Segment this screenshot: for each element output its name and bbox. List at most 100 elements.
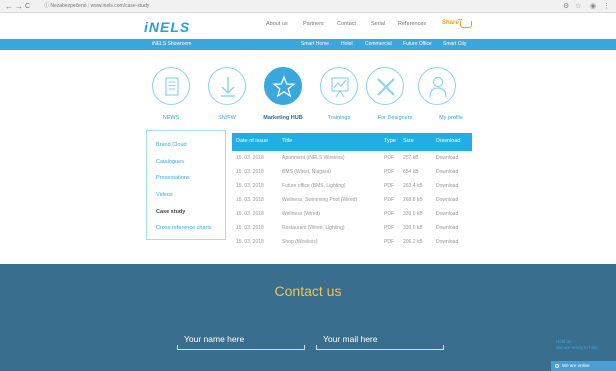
nav-partners[interactable]: Partners — [303, 21, 324, 27]
col-date[interactable]: Date of issue — [236, 138, 268, 144]
category-label-profile[interactable]: My profile — [421, 115, 481, 121]
table-header: Date of issue Title Type Size Download — [232, 133, 472, 151]
marketing-sidebar: Brand Cloud Catalogues Presentations Vid… — [146, 130, 226, 240]
subnav-commercial[interactable]: Commercial — [365, 41, 392, 47]
news-icon — [165, 77, 179, 96]
cell-download-link[interactable]: Download — [436, 155, 458, 161]
security-label: Nezabezpečeno — [50, 3, 87, 9]
col-type[interactable]: Type — [384, 138, 396, 144]
subnav-smart-home[interactable]: Smart Home — [301, 41, 329, 47]
cell-title: Wellness (Wired) — [282, 211, 320, 217]
forward-button[interactable]: → — [15, 1, 23, 12]
extension-icon-2[interactable]: ☆ — [575, 1, 581, 12]
cell-size: 263.4 kB — [403, 183, 423, 189]
site-header: iNELS About us Partners Contact Serial R… — [0, 13, 616, 39]
chat-prompt[interactable]: Hold on We are ready to help — [556, 339, 598, 351]
cell-download-link[interactable]: Download — [436, 169, 458, 175]
cell-date: 15. 03. 2018 — [236, 183, 264, 189]
category-label-designers[interactable]: For Designers — [365, 115, 425, 121]
col-size[interactable]: Size — [403, 138, 414, 144]
subnav-future-office[interactable]: Future Office — [403, 41, 432, 47]
cell-download-link[interactable]: Download — [436, 225, 458, 231]
cell-date: 15. 03. 2018 — [236, 225, 264, 231]
contact-section — [0, 264, 616, 371]
sub-navigation: iNELS Showroom Smart Home Hotel Commerci… — [0, 39, 616, 50]
cell-size: 257 kB — [403, 155, 419, 161]
sidebar-item-presentations[interactable]: Presentations — [156, 175, 190, 181]
reload-button[interactable]: C — [25, 1, 30, 12]
share-button[interactable]: Share — [442, 20, 459, 26]
cell-title: Apartment (iNELS Wireless) — [282, 155, 345, 161]
showroom-link[interactable]: iNELS Showroom — [152, 41, 191, 47]
news-category[interactable] — [152, 67, 190, 105]
cell-date: 15. 03. 2018 — [236, 211, 264, 217]
cell-download-link[interactable]: Download — [436, 239, 458, 245]
category-label-news[interactable]: NEWS — [141, 115, 201, 121]
logo[interactable]: iNELS — [144, 19, 190, 35]
chat-icon — [555, 364, 559, 368]
nav-about[interactable]: About us — [266, 21, 288, 27]
cell-size: 268.8 kB — [403, 197, 423, 203]
extension-icon[interactable]: ⚙ — [563, 1, 569, 12]
cell-download-link[interactable]: Download — [436, 211, 458, 217]
cart-icon[interactable] — [458, 19, 472, 28]
name-underline-left — [177, 345, 178, 350]
cell-type: PDF — [384, 169, 394, 175]
cell-date: 15. 03. 2018 — [236, 197, 264, 203]
sidebar-item-videos[interactable]: Videos — [156, 192, 173, 198]
name-field[interactable]: Your name here — [177, 333, 305, 353]
cell-title: Restaurant (Wired, Lighting) — [282, 225, 345, 231]
menu-icon[interactable]: ⋮ — [603, 1, 610, 12]
cell-size: 206.2 kB — [403, 239, 423, 245]
designers-category[interactable] — [366, 67, 404, 105]
cell-type: PDF — [384, 197, 394, 203]
cell-date: 15. 03. 2018 — [236, 239, 264, 245]
col-download[interactable]: Download — [436, 138, 460, 144]
cell-title: Shop (Wireless) — [282, 239, 318, 245]
sidebar-item-brand-cloud[interactable]: Brand Cloud — [156, 142, 187, 148]
profile-icon[interactable]: ◉ — [590, 1, 596, 12]
cell-download-link[interactable]: Download — [436, 197, 458, 203]
chat-line-2: We are ready to help — [556, 345, 598, 350]
sidebar-item-case-study[interactable]: Case study — [156, 209, 185, 215]
snfw-category[interactable] — [208, 67, 246, 105]
star-icon — [272, 75, 296, 98]
mail-placeholder: Your mail here — [323, 334, 378, 344]
nav-serial[interactable]: Serial — [371, 21, 385, 27]
cell-title: BMS (Wired, Niagara) — [282, 169, 331, 175]
category-label-marketing-hub[interactable]: Marketing HUB — [253, 115, 313, 121]
cell-date: 15. 03. 2018 — [236, 169, 264, 175]
mail-field[interactable]: Your mail here — [316, 333, 444, 353]
nav-contact[interactable]: Contact — [337, 21, 356, 27]
address-bar[interactable]: ⓘ Nezabezpečeno | www.inels.com/case-stu… — [44, 2, 514, 11]
name-underline — [177, 349, 305, 350]
name-placeholder: Your name here — [184, 334, 245, 344]
category-label-trainings[interactable]: Trainings — [309, 115, 369, 121]
cell-title: Future office (BMS, Lighting) — [282, 183, 346, 189]
subnav-smart-city[interactable]: Smart City — [443, 41, 466, 47]
marketing-hub-category[interactable] — [264, 67, 302, 105]
pencil-ruler-icon — [377, 78, 395, 96]
nav-references[interactable]: References — [398, 21, 426, 27]
back-button[interactable]: ← — [5, 1, 13, 12]
browser-toolbar: ← → C ⓘ Nezabezpečeno | www.inels.com/ca… — [0, 0, 616, 13]
cell-type: PDF — [384, 155, 394, 161]
chat-button[interactable]: We are online — [551, 361, 616, 371]
cell-size: 339.6 kB — [403, 225, 423, 231]
cell-type: PDF — [384, 211, 394, 217]
name-underline-right — [304, 345, 305, 350]
contact-title: Contact us — [274, 283, 342, 299]
url-text: www.inels.com/case-study — [90, 3, 150, 9]
category-label-snfw[interactable]: SN/FW — [197, 115, 257, 121]
subnav-hotel[interactable]: Hotel — [341, 41, 353, 47]
sidebar-item-cross-reference[interactable]: Cross reference charts — [156, 225, 212, 231]
cell-type: PDF — [384, 183, 394, 189]
cell-download-link[interactable]: Download — [436, 183, 458, 189]
cell-type: PDF — [384, 239, 394, 245]
trainings-category[interactable] — [320, 67, 358, 105]
profile-category[interactable] — [418, 67, 456, 105]
chart-board-icon — [331, 77, 349, 98]
sidebar-item-catalogues[interactable]: Catalogues — [156, 159, 184, 165]
col-title[interactable]: Title — [282, 138, 292, 144]
cell-title: Wellness, Swimming Pool (Wired) — [282, 197, 358, 203]
